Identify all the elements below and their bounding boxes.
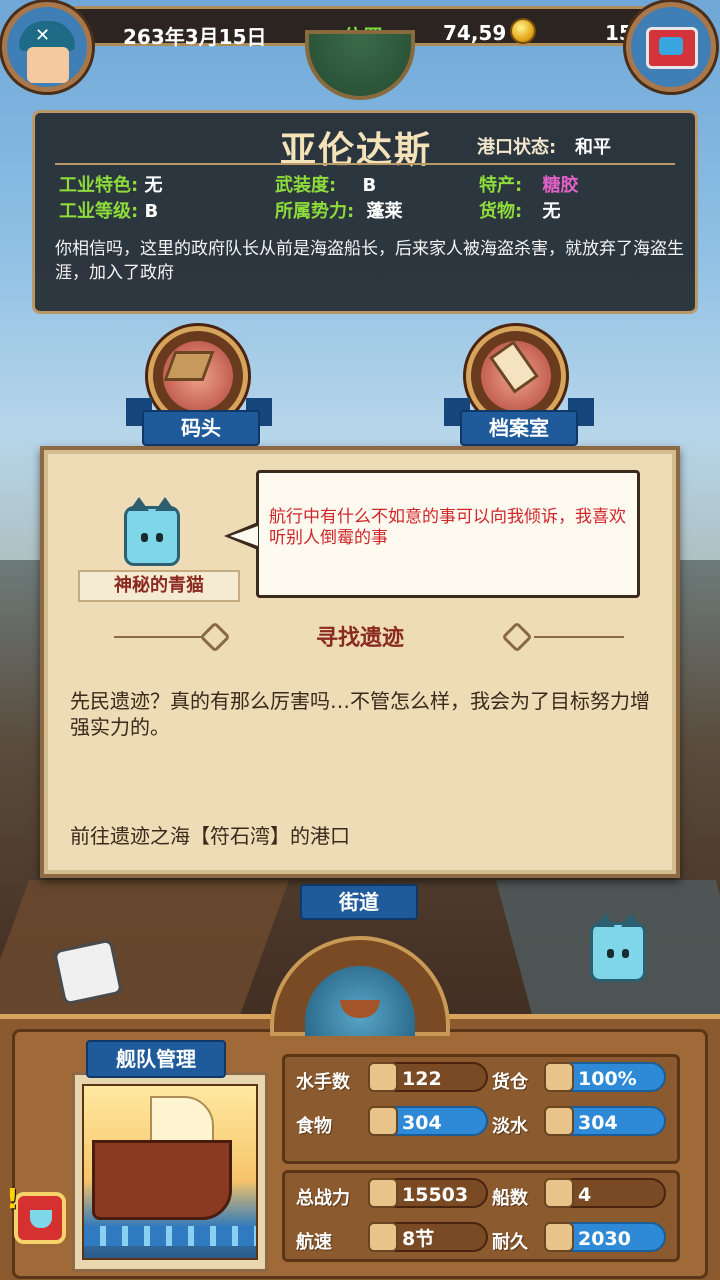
sailboat-icon [368,1222,398,1252]
speech-text: 航行中有什么不如意的事可以向我倾诉，我喜欢听别人倒霉的事 [269,507,626,548]
npc-name: 神秘的青猫 [78,570,240,602]
ship-alert-button[interactable]: ! [6,1182,66,1244]
blue-cat-mascot-icon[interactable] [590,913,646,982]
quest-dialog: 神秘的青猫 航行中有什么不如意的事可以向我倾诉，我喜欢听别人倒霉的事 寻找遗迹 … [40,446,680,878]
speed-label: 航速 [296,1232,332,1253]
fleet-management-title[interactable]: 舰队管理 [86,1040,226,1078]
ship-hull-icon [92,1140,232,1220]
blue-cat-icon [124,497,180,566]
port-info-panel: 亚伦达斯 港口状态: 和平 工业特色: 无 武装度: B 特产: 糖胶 工业等级… [32,110,698,314]
quest-body: 先民遗迹？真的有那么厉害吗…不管怎么样，我会为了目标努力增强实力的。 [70,689,650,739]
dock-label[interactable]: 码头 [142,410,260,446]
durability-label: 耐久 [492,1232,528,1253]
meat-icon [368,1106,398,1136]
cargo-label: 货仓 [492,1072,528,1093]
armament: 武装度: B [275,175,377,196]
small-boat-icon [30,1210,52,1228]
water-label: 淡水 [492,1116,528,1137]
crossed-swords-icon [368,1178,398,1208]
speech-bubble: 航行中有什么不如意的事可以向我倾诉，我喜欢听别人倒霉的事 [256,470,640,598]
water-jug-icon [544,1106,574,1136]
exclamation-icon: ! [6,1182,19,1215]
port-status-value: 和平 [575,137,611,158]
ship-count-label: 船数 [492,1188,528,1209]
street-label[interactable]: 街道 [300,884,418,920]
industry-level: 工业等级: B [59,201,159,222]
divider [55,163,675,165]
game-date: 263年3月15日 [123,25,267,49]
specialty: 特产: 糖胶 [479,175,579,196]
ship-icon [544,1178,574,1208]
avatar-face [27,47,69,83]
port-name: 亚伦达斯 [280,130,433,171]
combat-power-label: 总战力 [296,1188,350,1209]
ornament-right [534,636,624,638]
goods: 货物: 无 [479,201,561,222]
treasure-chest-button[interactable] [626,2,716,92]
position-value: 74,59 [443,21,507,45]
cargo-crate-icon [544,1062,574,1092]
port-description: 你相信吗，这里的政府队长从前是海盗船长，后来家人被海盗杀害，就放弃了海盗生涯，加… [55,239,684,283]
industry-feature: 工业特色: 无 [59,175,163,196]
archive-label[interactable]: 档案室 [460,410,578,446]
sailors-label: 水手数 [296,1072,350,1093]
faction: 所属势力: 蓬莱 [275,201,403,222]
player-avatar[interactable]: ✕ [2,2,92,92]
food-label: 食物 [296,1116,332,1137]
durability-icon [544,1222,574,1252]
port-status-label: 港口状态: [477,137,557,158]
quest-goal[interactable]: 前往遗迹之海【符石湾】的港口 [70,820,656,849]
sailor-icon [368,1062,398,1092]
waves-decoration [84,1226,256,1246]
gem-icon [659,37,683,55]
gold-coin-icon [510,18,536,44]
